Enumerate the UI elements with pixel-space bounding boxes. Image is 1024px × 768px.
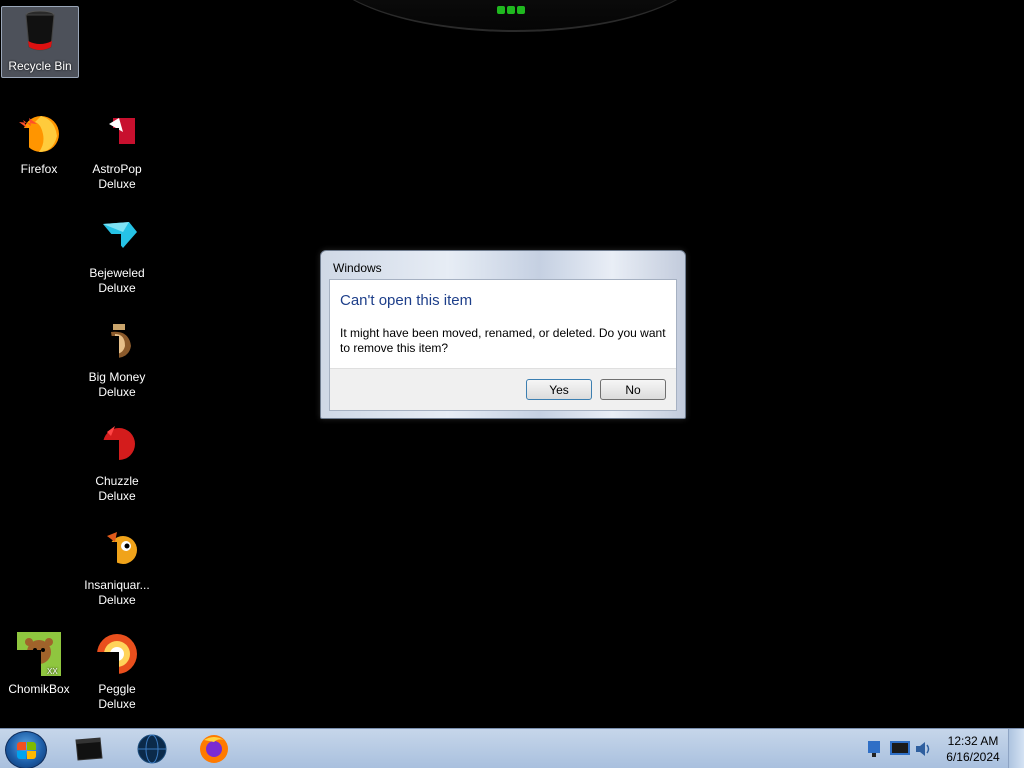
desktop-icon-big-money-deluxe[interactable]: Big Money Deluxe — [78, 318, 156, 400]
desktop-icon-bejeweled-deluxe[interactable]: Bejeweled Deluxe — [78, 214, 156, 296]
bejeweled-icon — [93, 214, 141, 262]
insaniquarium-icon — [93, 526, 141, 574]
desktop-icon-firefox[interactable]: Firefox — [0, 110, 78, 177]
taskbar: 12:32 AM 6/16/2024 — [0, 728, 1024, 768]
show-desktop-button[interactable] — [1008, 729, 1024, 768]
dialog-message: It might have been moved, renamed, or de… — [340, 326, 666, 355]
taskbar-firefox[interactable] — [196, 732, 232, 766]
network-icon[interactable] — [866, 739, 884, 759]
desktop-icon-chomikbox[interactable]: XX ChomikBox — [0, 630, 78, 697]
yes-button[interactable]: Yes — [526, 379, 592, 400]
dialog-title: Windows — [333, 261, 382, 275]
taskbar-media-center[interactable] — [70, 732, 106, 766]
recycle-bin-icon — [16, 7, 64, 55]
desktop-icon-peggle-deluxe[interactable]: Peggle Deluxe — [78, 630, 156, 712]
desktop-icon-recycle-bin[interactable]: Recycle Bin — [1, 6, 79, 78]
dialog-client-area: Can't open this item It might have been … — [329, 279, 677, 411]
dialog-heading: Can't open this item — [340, 292, 473, 309]
no-button[interactable]: No — [600, 379, 666, 400]
astropop-icon — [93, 110, 141, 158]
taskbar-clock[interactable]: 12:32 AM 6/16/2024 — [938, 729, 1008, 768]
windows-logo-icon — [17, 742, 37, 760]
media-center-icon — [75, 737, 103, 761]
system-tray — [860, 729, 940, 768]
chomikbox-icon: XX — [15, 630, 63, 678]
firefox-icon — [200, 735, 228, 763]
desktop-icon-astropop-deluxe[interactable]: AstroPop Deluxe — [78, 110, 156, 192]
desktop-top-decoration — [320, 0, 710, 32]
globe-icon — [137, 734, 167, 764]
taskbar-globe[interactable] — [134, 732, 170, 766]
monitor-icon[interactable] — [890, 739, 910, 759]
peggle-icon — [93, 630, 141, 678]
cant-open-item-dialog: Windows Can't open this item It might ha… — [320, 250, 686, 419]
start-button[interactable] — [5, 731, 47, 768]
desktop-icon-insaniquarium-deluxe[interactable]: Insaniquar... Deluxe — [78, 526, 156, 608]
chuzzle-icon — [93, 422, 141, 470]
dialog-button-bar: Yes No — [330, 368, 676, 410]
svg-text:XX: XX — [47, 667, 58, 676]
clock-time: 12:32 AM — [947, 734, 999, 748]
clock-date: 6/16/2024 — [946, 750, 1000, 764]
volume-icon[interactable] — [914, 739, 932, 759]
desktop-icon-chuzzle-deluxe[interactable]: Chuzzle Deluxe — [78, 422, 156, 504]
status-lights — [496, 6, 526, 14]
firefox-icon — [15, 110, 63, 158]
big-money-icon — [93, 318, 141, 366]
